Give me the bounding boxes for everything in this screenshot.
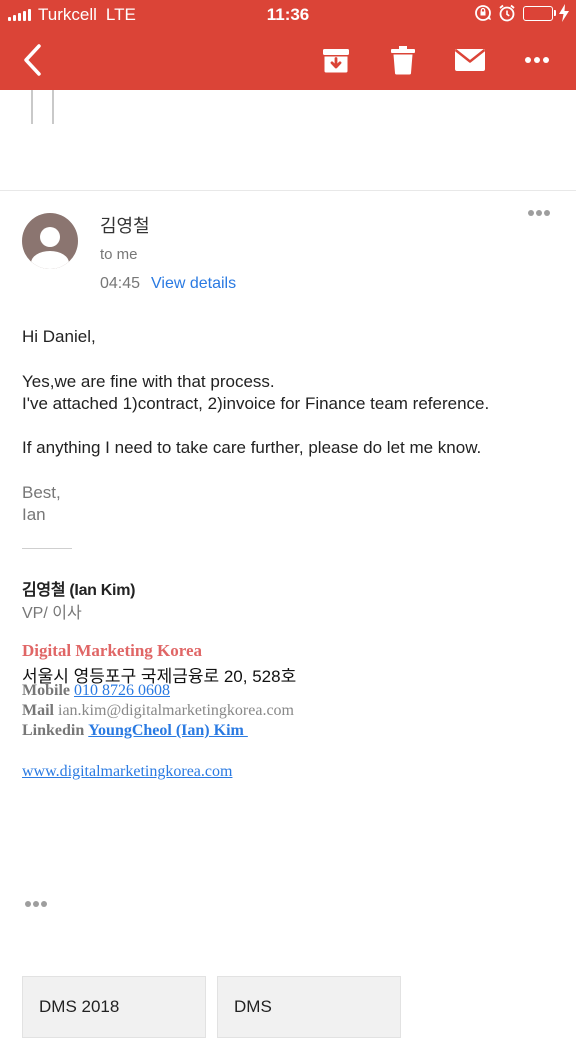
signature-company: Digital Marketing Korea xyxy=(22,641,203,660)
quoted-text-marker xyxy=(31,90,55,124)
mail-label: Mail xyxy=(22,702,54,719)
mail-icon xyxy=(454,49,486,71)
rotation-lock-icon xyxy=(475,5,491,21)
previous-message[interactable] xyxy=(0,90,576,191)
view-details-link[interactable]: View details xyxy=(151,275,236,293)
sender-name[interactable]: 김영철 xyxy=(100,212,150,238)
closing: Best, xyxy=(22,483,61,502)
back-arrow-icon xyxy=(24,44,41,76)
attachment-label: DMS xyxy=(234,997,272,1016)
body-line: Yes,we are fine with that process. xyxy=(22,372,275,391)
alarm-icon xyxy=(499,4,515,22)
signature-website: www.digitalmarketingkorea.com xyxy=(22,763,232,781)
status-bar: Turkcell LTE 11:36 xyxy=(0,0,576,30)
more-options-button[interactable] xyxy=(519,42,555,78)
person-icon xyxy=(31,227,69,269)
attachment-card[interactable]: DMS xyxy=(217,976,401,1038)
website-link[interactable]: www.digitalmarketingkorea.com xyxy=(22,763,232,780)
message-menu-button[interactable] xyxy=(526,210,550,216)
greeting: Hi Daniel, xyxy=(22,327,96,346)
message-time: 04:45 xyxy=(100,275,141,292)
mobile-link[interactable]: 010 8726 0608 xyxy=(74,682,170,699)
toolbar xyxy=(0,30,576,90)
battery-icon xyxy=(523,5,556,21)
recipient-label: to me xyxy=(100,246,138,263)
signature-linkedin: Linkedin YoungCheol (Ian) Kim xyxy=(22,722,248,740)
signature-title: VP/ 이사 xyxy=(22,605,82,622)
body-line: I've attached 1)contract, 2)invoice for … xyxy=(22,394,490,413)
mobile-label: Mobile xyxy=(22,682,70,699)
mark-unread-button[interactable] xyxy=(452,42,488,78)
avatar[interactable] xyxy=(22,213,78,269)
signature-mobile: Mobile 010 8726 0608 xyxy=(22,682,170,700)
more-options-icon xyxy=(525,57,549,63)
attachment-card[interactable]: DMS 2018 xyxy=(22,976,206,1038)
signature-mail: Mail ian.kim@digitalmarketingkorea.com xyxy=(22,702,294,720)
attachment-label: DMS 2018 xyxy=(39,997,120,1016)
mail-address[interactable]: ian.kim@digitalmarketingkorea.com xyxy=(58,702,294,719)
message-header: 김영철 to me 04:45 View details xyxy=(0,192,576,302)
signature-divider xyxy=(22,548,72,549)
archive-button[interactable] xyxy=(318,42,354,78)
back-button[interactable] xyxy=(14,40,54,80)
trash-icon xyxy=(391,46,415,75)
body-line: If anything I need to take care further,… xyxy=(22,438,482,457)
signature-name: 김영철 (Ian Kim) xyxy=(22,582,136,599)
linkedin-label: Linkedin xyxy=(22,722,85,739)
archive-icon xyxy=(323,49,349,73)
closing-name: Ian xyxy=(22,505,46,524)
delete-button[interactable] xyxy=(385,42,421,78)
app-bar: Turkcell LTE 11:36 xyxy=(0,0,576,90)
show-trimmed-content-button[interactable] xyxy=(25,901,49,907)
linkedin-link[interactable]: YoungCheol (Ian) Kim xyxy=(88,722,248,739)
charging-icon xyxy=(559,4,569,22)
